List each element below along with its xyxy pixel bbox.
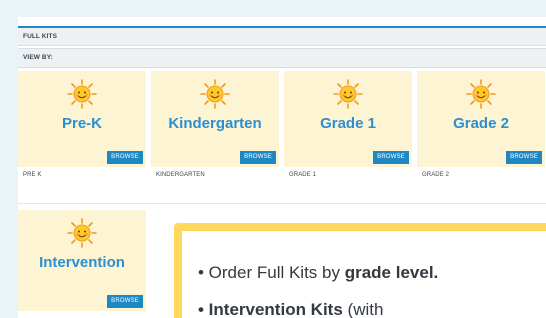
tile-title: Kindergarten: [168, 115, 262, 132]
callout-line-2-text: (with: [342, 300, 384, 318]
callout-line-1-text: • Order Full Kits by: [198, 263, 345, 282]
browse-button[interactable]: BROWSE: [107, 295, 143, 308]
smiling-sun-icon: [67, 79, 97, 109]
tile-grade-1[interactable]: Grade 1 BROWSE: [284, 71, 412, 167]
smiling-sun-icon: [466, 79, 496, 109]
smiling-sun-icon: [200, 79, 230, 109]
kit-label-pre-k[interactable]: PRE K: [23, 172, 42, 178]
browse-button[interactable]: BROWSE: [506, 151, 542, 164]
browse-button[interactable]: BROWSE: [240, 151, 276, 164]
callout-line-1: • Order Full Kits by grade level.: [198, 263, 438, 283]
tile-title: Grade 1: [320, 115, 376, 132]
tile-pre-k[interactable]: Pre-K BROWSE: [18, 71, 146, 167]
row-divider: [18, 203, 546, 204]
callout-line-2: • Intervention Kits (with: [198, 300, 383, 318]
tile-kindergarten[interactable]: Kindergarten BROWSE: [151, 71, 279, 167]
tile-intervention[interactable]: Intervention BROWSE: [18, 210, 146, 311]
tile-title: Pre-K: [61, 115, 102, 132]
browse-button[interactable]: BROWSE: [373, 151, 409, 164]
view-by-label: VIEW BY:: [18, 48, 546, 68]
tile-title: Intervention: [39, 254, 125, 271]
kit-label-grade-1[interactable]: GRADE 1: [289, 172, 316, 178]
kit-label-grade-2[interactable]: GRADE 2: [422, 172, 449, 178]
full-kits-header: FULL KITS: [18, 26, 546, 46]
kit-label-kindergarten[interactable]: KINDERGARTEN: [156, 172, 205, 178]
tile-title: Grade 2: [453, 115, 509, 132]
smiling-sun-icon: [67, 218, 97, 248]
callout-line-1-bold: grade level.: [344, 263, 439, 282]
tile-grade-2[interactable]: Grade 2 BROWSE: [417, 71, 545, 167]
browse-button[interactable]: BROWSE: [107, 151, 143, 164]
smiling-sun-icon: [333, 79, 363, 109]
callout-line-2-bold: • Intervention Kits: [198, 300, 343, 318]
